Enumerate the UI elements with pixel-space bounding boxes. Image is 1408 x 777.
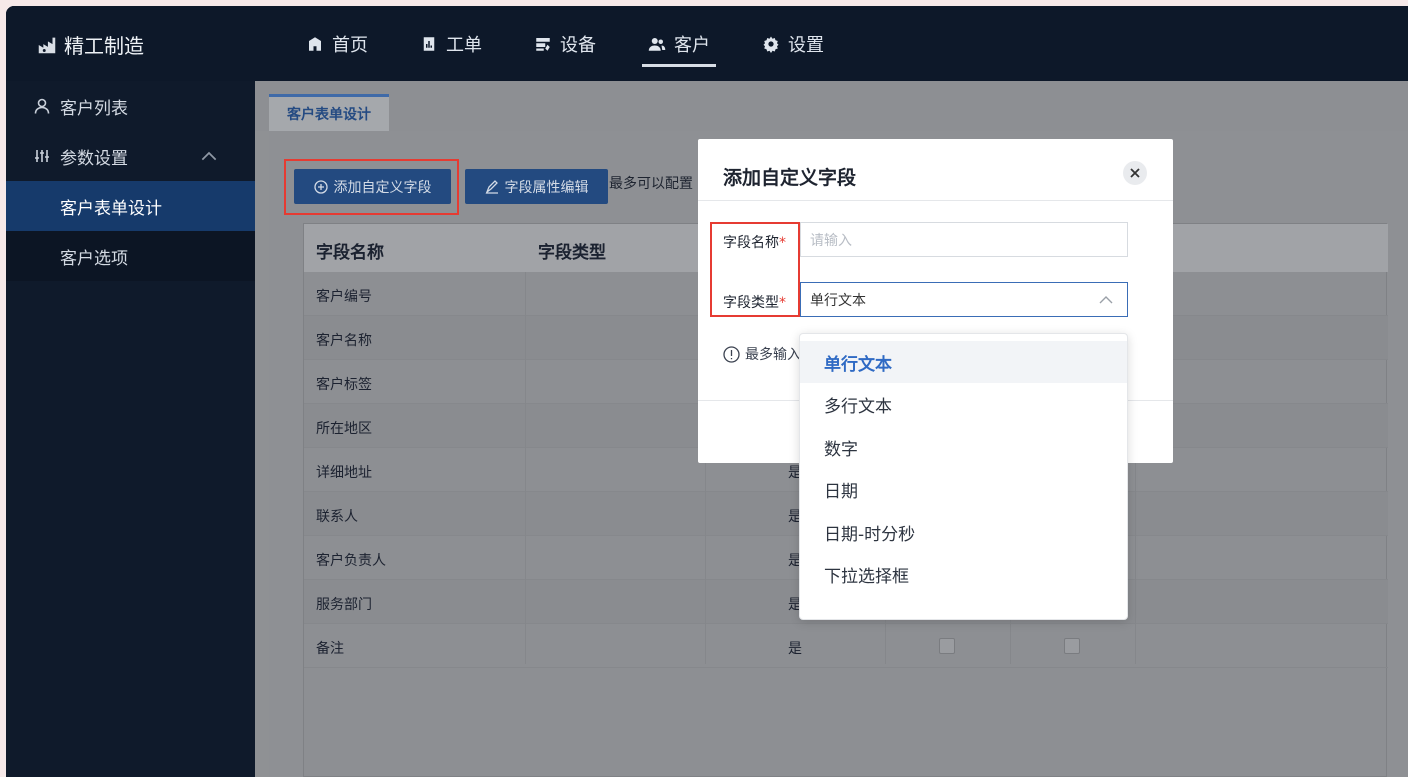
field-limit-hint: 最多可以配置 bbox=[609, 176, 693, 192]
main-nav: 首页 工单 设备 客户 设置 bbox=[306, 6, 876, 81]
checkbox[interactable] bbox=[1064, 638, 1080, 654]
gear-icon bbox=[763, 36, 779, 53]
add-custom-field-button[interactable]: 添加自定义字段 bbox=[294, 169, 451, 204]
info-circle-icon bbox=[723, 345, 740, 363]
edit-field-attributes-button[interactable]: 字段属性编辑 bbox=[465, 169, 608, 204]
close-icon bbox=[1130, 168, 1140, 178]
cell-field-name: 备注 bbox=[316, 641, 344, 657]
cell-required: 是 bbox=[788, 641, 802, 657]
field-info-text: 最多输入 bbox=[745, 347, 801, 363]
cell-field-name: 详细地址 bbox=[316, 465, 372, 481]
nav-settings-label: 设置 bbox=[788, 34, 824, 56]
sidebar-item-label: 参数设置 bbox=[60, 148, 128, 169]
edit-field-attributes-label: 字段属性编辑 bbox=[504, 179, 589, 196]
sidebar-item-label: 客户表单设计 bbox=[60, 198, 162, 219]
chevron-up-icon bbox=[1099, 296, 1113, 304]
dialog-title: 添加自定义字段 bbox=[723, 167, 857, 189]
pencil-icon bbox=[485, 179, 498, 194]
cell-field-name: 客户编号 bbox=[316, 289, 372, 305]
sidebar-item-parameter-settings[interactable]: 参数设置 bbox=[6, 131, 255, 181]
sidebar-item-form-design[interactable]: 客户表单设计 bbox=[6, 181, 255, 231]
building-icon bbox=[309, 36, 321, 51]
tab-strip: 客户表单设计 bbox=[255, 81, 1408, 131]
nav-settings[interactable]: 设置 bbox=[762, 6, 824, 81]
document-chart-icon bbox=[423, 36, 435, 51]
dropdown-option-multi-line[interactable]: 多行文本 bbox=[800, 383, 1127, 425]
field-type-select[interactable]: 单行文本 bbox=[800, 282, 1128, 317]
dropdown-option-datetime[interactable]: 日期-时分秒 bbox=[800, 511, 1127, 553]
nav-customer[interactable]: 客户 bbox=[642, 6, 716, 81]
server-icon bbox=[536, 37, 550, 51]
field-name-input[interactable]: 请输入 bbox=[800, 222, 1128, 257]
brand[interactable]: 精工制造 bbox=[36, 30, 144, 59]
cell-field-name: 客户标签 bbox=[316, 377, 372, 393]
column-header-field-name: 字段名称 bbox=[316, 243, 384, 263]
factory-logo-icon bbox=[38, 37, 56, 53]
highlight-box-form-labels bbox=[710, 222, 800, 317]
sidebar-item-customer-options[interactable]: 客户选项 bbox=[6, 231, 255, 281]
dropdown-option-date[interactable]: 日期 bbox=[800, 468, 1127, 510]
field-type-value: 单行文本 bbox=[810, 292, 866, 309]
chevron-up-icon bbox=[201, 151, 217, 161]
cell-field-name: 客户负责人 bbox=[316, 553, 386, 569]
nav-home-label: 首页 bbox=[332, 34, 368, 56]
user-icon bbox=[34, 98, 50, 114]
tab-form-design[interactable]: 客户表单设计 bbox=[269, 94, 389, 131]
sidebar-item-customer-list[interactable]: 客户列表 bbox=[6, 81, 255, 131]
field-info-hint: 最多输入 bbox=[723, 344, 801, 364]
add-custom-field-label: 添加自定义字段 bbox=[333, 179, 432, 196]
cell-field-name: 联系人 bbox=[316, 509, 358, 525]
nav-equipment[interactable]: 设备 bbox=[534, 6, 596, 81]
dialog-header: 添加自定义字段 bbox=[698, 139, 1173, 201]
dropdown-option-number[interactable]: 数字 bbox=[800, 426, 1127, 468]
sliders-icon bbox=[35, 150, 49, 162]
field-type-dropdown: 单行文本 多行文本 数字 日期 日期-时分秒 下拉选择框 bbox=[799, 333, 1128, 620]
cell-field-name: 服务部门 bbox=[316, 597, 372, 613]
sidebar-item-label: 客户列表 bbox=[60, 98, 128, 119]
column-header-field-type: 字段类型 bbox=[538, 243, 606, 263]
nav-equipment-label: 设备 bbox=[560, 34, 596, 56]
close-button[interactable] bbox=[1123, 161, 1147, 185]
cell-field-name: 所在地区 bbox=[316, 421, 372, 437]
nav-home[interactable]: 首页 bbox=[306, 6, 368, 81]
column-divider bbox=[525, 272, 526, 664]
users-icon bbox=[648, 37, 666, 51]
nav-customer-label: 客户 bbox=[674, 34, 710, 56]
nav-workorder-label: 工单 bbox=[446, 34, 482, 56]
sidebar-item-label: 客户选项 bbox=[60, 248, 128, 269]
brand-name: 精工制造 bbox=[64, 34, 144, 58]
sidebar: 客户列表 参数设置 客户表单设计 客户选项 bbox=[6, 81, 255, 777]
dropdown-option-select[interactable]: 下拉选择框 bbox=[800, 553, 1127, 595]
cell-field-name: 客户名称 bbox=[316, 333, 372, 349]
table-row[interactable]: 备注 是 bbox=[304, 624, 1388, 668]
dropdown-option-single-line[interactable]: 单行文本 bbox=[800, 341, 1127, 383]
plus-circle-icon bbox=[313, 179, 328, 194]
checkbox-checked[interactable] bbox=[939, 638, 955, 654]
nav-workorder[interactable]: 工单 bbox=[420, 6, 482, 81]
top-nav-bar: 精工制造 首页 工单 设备 客户 设置 bbox=[6, 6, 1408, 81]
